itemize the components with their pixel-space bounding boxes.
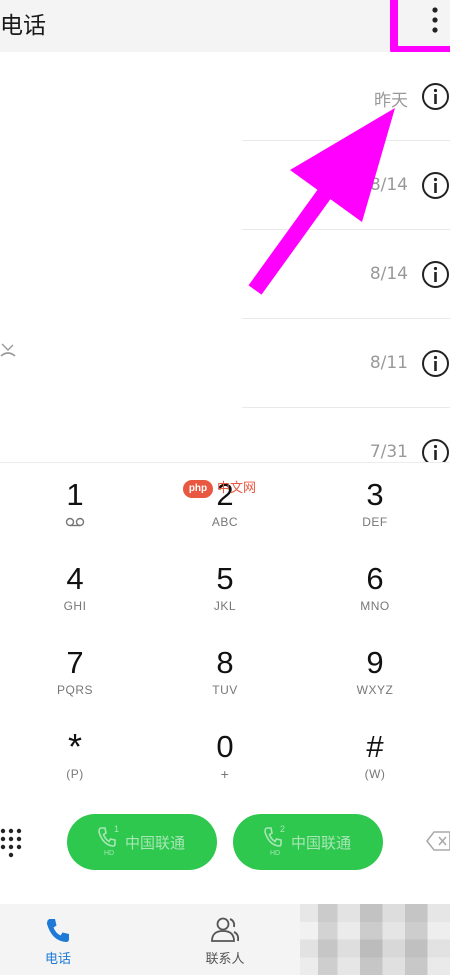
sim-number: 1 [114, 824, 120, 834]
call-date: 7/31 [369, 442, 408, 462]
tab-contacts[interactable]: 联系人 [175, 904, 275, 975]
dialpad-key-2[interactable]: 2 ABC [150, 463, 300, 547]
dialpad-key-3[interactable]: 3 DEF [300, 463, 450, 547]
contacts-icon [211, 917, 240, 942]
dialpad-toggle-button[interactable] [0, 828, 22, 858]
call-date: 8/11 [369, 353, 408, 373]
pixelated-region [300, 904, 450, 975]
backspace-button[interactable] [425, 830, 450, 852]
key-letters: (P) [66, 767, 84, 781]
key-digit: 6 [366, 561, 384, 596]
call-log-item[interactable]: 8/14 [0, 230, 450, 319]
key-digit: * [67, 726, 82, 767]
call-action-bar: 1 HD 中国联通 2 HD 中国联通 [0, 800, 450, 904]
call-sim1-button[interactable]: 1 HD 中国联通 [67, 814, 217, 870]
dialpad-key-9[interactable]: 9 WXYZ [300, 631, 450, 715]
key-digit: 4 [66, 561, 84, 596]
call-log-item[interactable]: 7/31 [0, 408, 450, 462]
key-digit: 8 [216, 645, 234, 680]
dialpad-key-8[interactable]: 8 TUV [150, 631, 300, 715]
key-letters: (W) [364, 767, 386, 781]
call-log-item[interactable]: 昨天 [0, 52, 450, 141]
carrier-label: 中国联通 [291, 834, 352, 852]
watermark-logo: php [183, 480, 213, 498]
dialpad-key-5[interactable]: 5 JKL [150, 547, 300, 631]
voicemail-icon [65, 517, 85, 527]
phone-icon [47, 919, 69, 942]
call-info-button[interactable] [421, 171, 450, 200]
dialpad-key-1[interactable]: 1 [0, 463, 150, 547]
key-digit: 9 [366, 645, 384, 680]
call-log-item[interactable]: 8/14 [0, 141, 450, 230]
key-letters: JKL [213, 599, 237, 613]
info-icon [422, 83, 449, 110]
dialpad-grid-icon [0, 828, 22, 858]
call-sim2-button[interactable]: 2 HD 中国联通 [233, 814, 383, 870]
key-letters: GHI [63, 599, 87, 613]
hd-badge: HD [104, 850, 115, 857]
key-digit: # [366, 729, 384, 764]
tab-label: 联系人 [205, 952, 245, 967]
call-date: 昨天 [374, 91, 408, 111]
key-letters: PQRS [56, 683, 93, 697]
hd-badge: HD [270, 850, 281, 857]
key-letters: TUV [212, 683, 238, 697]
call-date: 8/14 [369, 175, 408, 195]
call-log-list[interactable]: 昨天 8/14 8/14 8/11 7/31 [0, 52, 450, 462]
dialpad-key-hash[interactable]: # (W) [300, 715, 450, 799]
bottom-navigation: 电话 联系人 [0, 904, 450, 975]
info-icon [422, 172, 449, 199]
info-icon [422, 261, 449, 288]
dialpad-key-7[interactable]: 7 PQRS [0, 631, 150, 715]
dialpad-key-0[interactable]: 0 + [150, 715, 300, 799]
key-digit: 0 [216, 729, 234, 764]
key-digit: 1 [66, 477, 84, 512]
tab-label: 电话 [44, 952, 71, 967]
call-date: 8/14 [369, 264, 408, 284]
call-info-button[interactable] [421, 349, 450, 378]
key-digit: 7 [66, 645, 84, 680]
dialpad: 1 2 ABC 3 DEF 4 GHI 5 JKL 6 MNO 7 PQRS 8… [0, 462, 450, 800]
dialpad-key-6[interactable]: 6 MNO [300, 547, 450, 631]
page-title: 电话 [0, 13, 46, 39]
watermark-text: 中文网 [217, 481, 257, 496]
dialpad-key-4[interactable]: 4 GHI [0, 547, 150, 631]
missed-call-icon [0, 343, 16, 357]
call-log-item[interactable]: 8/11 [0, 319, 450, 408]
key-letters: MNO [360, 599, 390, 613]
info-icon [422, 350, 449, 377]
call-info-button[interactable] [421, 260, 450, 289]
more-vertical-icon [432, 7, 438, 33]
app-header: 电话 [0, 0, 450, 52]
key-digit: 5 [216, 561, 234, 596]
key-letters: ABC [211, 515, 239, 529]
dialpad-key-star[interactable]: * (P) [0, 715, 150, 799]
tab-phone[interactable]: 电话 [8, 904, 108, 975]
call-info-button[interactable] [421, 82, 450, 111]
key-digit: 3 [366, 477, 384, 512]
more-options-button[interactable] [420, 2, 450, 40]
watermark: php 中文网 [183, 478, 283, 502]
info-icon [422, 439, 449, 462]
key-letters: DEF [362, 515, 388, 529]
backspace-icon [425, 831, 450, 851]
carrier-label: 中国联通 [125, 834, 186, 852]
call-info-button[interactable] [421, 438, 450, 462]
key-letters: + [220, 766, 230, 782]
sim-number: 2 [280, 824, 286, 834]
key-letters: WXYZ [356, 683, 394, 697]
